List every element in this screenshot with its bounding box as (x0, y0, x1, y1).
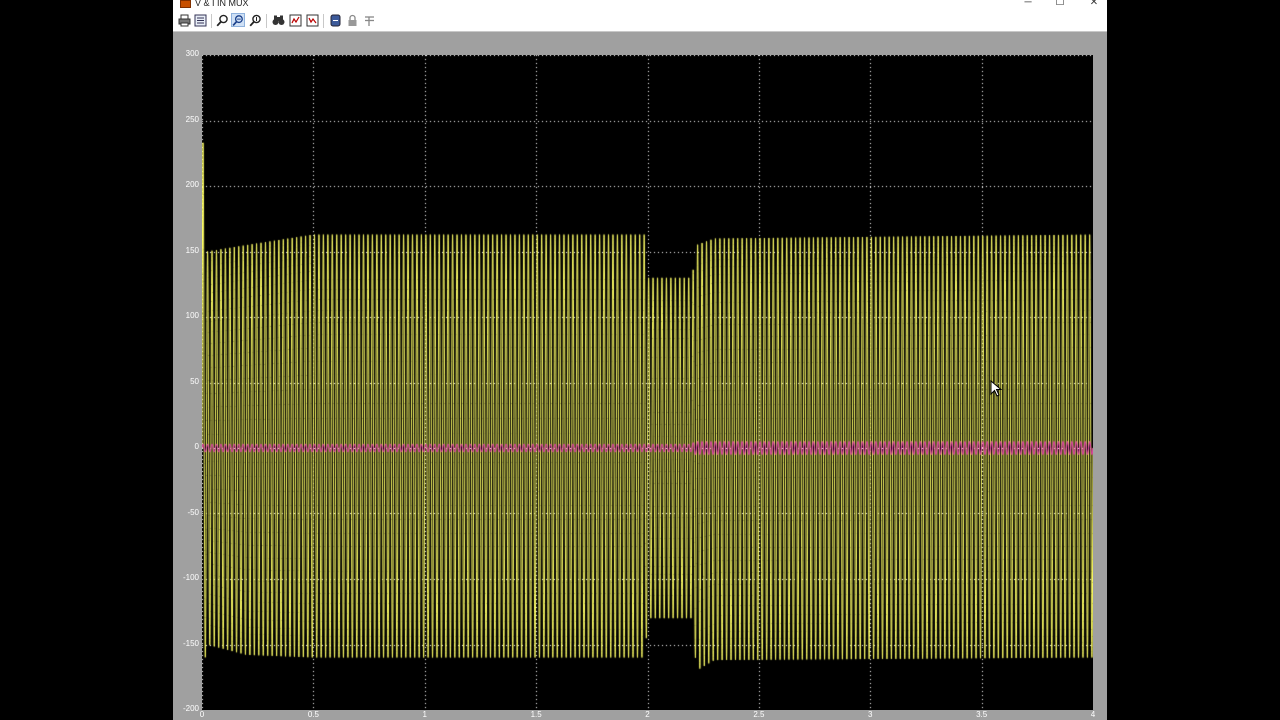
autoscale-button[interactable] (271, 13, 285, 27)
restore-axes-button[interactable] (305, 13, 319, 27)
toolbar (173, 11, 1107, 32)
zoom-y-icon (249, 14, 261, 26)
toolbar-separator (323, 14, 324, 28)
window-title: V & I IN MUX (195, 0, 249, 8)
scope-window: V & I IN MUX ─ ☐ ✕ 300 250 200 150 100 5… (173, 0, 1107, 720)
x-tick-label: 3.5 (976, 710, 988, 719)
save-axes-icon (289, 14, 301, 26)
toolbar-separator (211, 14, 212, 28)
mouse-pointer-icon (990, 380, 1003, 397)
signal-selection-icon (364, 15, 374, 26)
x-tick-label: 0 (199, 710, 205, 719)
zoom-y-button[interactable] (248, 13, 262, 27)
print-icon (178, 14, 190, 26)
zoom-icon (216, 14, 228, 26)
x-tick-label: 1.5 (530, 710, 542, 719)
y-tick-label: 300 (185, 49, 199, 58)
zoom-x-icon (232, 14, 243, 26)
app-icon (180, 0, 191, 8)
zoom-button[interactable] (215, 13, 229, 27)
scope-plot-area[interactable] (202, 55, 1093, 710)
y-tick-label: 0 (194, 442, 199, 451)
close-button[interactable]: ✕ (1084, 0, 1104, 9)
lock-axes-icon (348, 14, 356, 26)
y-tick-label: 50 (190, 376, 199, 386)
lock-axes-button[interactable] (345, 13, 359, 27)
floating-scope-icon (330, 14, 340, 26)
signal-selection-button[interactable] (362, 13, 376, 27)
print-button[interactable] (177, 13, 191, 27)
y-tick-label: 200 (185, 180, 199, 189)
zoom-x-button[interactable] (231, 13, 245, 27)
autoscale-icon (272, 15, 284, 25)
title-bar[interactable]: V & I IN MUX ─ ☐ ✕ (173, 0, 1107, 11)
restore-axes-icon (306, 14, 318, 26)
floating-scope-button[interactable] (328, 13, 342, 27)
minimize-button[interactable]: ─ (1018, 0, 1038, 9)
parameters-icon (194, 14, 206, 26)
y-tick-label: 150 (185, 245, 199, 255)
parameters-button[interactable] (193, 13, 207, 27)
x-tick-label: 2 (645, 710, 650, 719)
y-tick-label: -50 (187, 507, 199, 517)
y-tick-label: -150 (182, 638, 199, 648)
y-tick-label: -100 (182, 573, 199, 582)
x-tick-label: 2.5 (753, 710, 765, 719)
y-tick-label: 100 (185, 311, 199, 320)
maximize-button[interactable]: ☐ (1050, 0, 1070, 9)
x-tick-label: 0.5 (307, 710, 319, 719)
save-axes-button[interactable] (288, 13, 302, 27)
y-tick-label: 250 (185, 114, 199, 124)
toolbar-separator (266, 14, 267, 28)
x-tick-label: 4 (1090, 710, 1096, 719)
x-tick-label: 3 (868, 710, 873, 719)
x-tick-label: 1 (422, 710, 427, 719)
